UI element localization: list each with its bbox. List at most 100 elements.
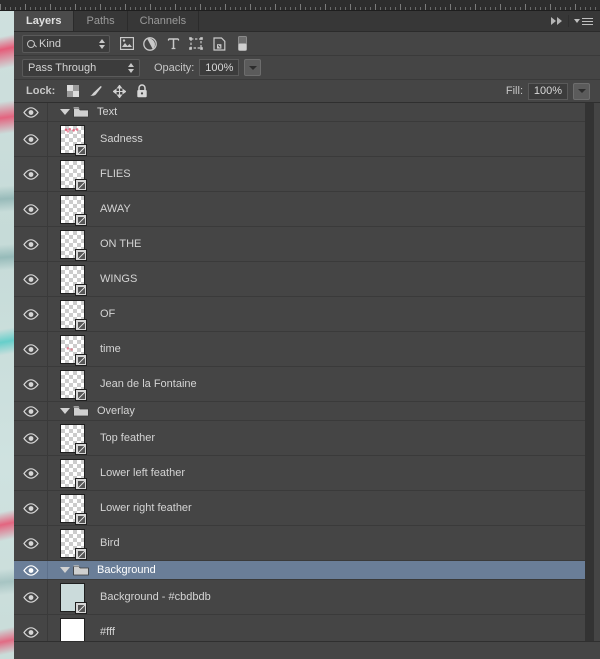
visibility-eye-icon[interactable] <box>22 378 39 390</box>
blend-mode-stepper[interactable] <box>128 62 134 73</box>
layer-thumbnail[interactable] <box>59 334 87 366</box>
layer-visibility-cell[interactable] <box>14 491 48 525</box>
layer-thumbnail-cell[interactable] <box>48 124 96 156</box>
visibility-eye-icon[interactable] <box>22 405 39 417</box>
layer-thumbnail[interactable] <box>59 159 87 191</box>
visibility-eye-icon[interactable] <box>22 168 39 180</box>
visibility-eye-icon[interactable] <box>22 591 39 603</box>
layer-visibility-cell[interactable] <box>14 367 48 401</box>
layer-row[interactable]: ON THE <box>14 227 600 262</box>
visibility-eye-icon[interactable] <box>22 502 39 514</box>
layer-visibility-cell[interactable] <box>14 157 48 191</box>
layers-list[interactable]: Text Sadness FLIES AWAY ON THE WINGS OF time Jea… <box>14 103 600 659</box>
visibility-eye-icon[interactable] <box>22 106 39 118</box>
visibility-eye-icon[interactable] <box>22 343 39 355</box>
filter-pixel-layers-icon[interactable] <box>119 36 135 52</box>
layer-row[interactable]: Background - #cbdbdb <box>14 580 600 615</box>
filter-type-layers-icon[interactable] <box>165 36 181 52</box>
lock-image-pixels-icon[interactable] <box>89 84 103 98</box>
layer-thumbnail-cell[interactable] <box>48 458 96 490</box>
layer-thumbnail[interactable] <box>59 458 87 490</box>
layer-thumbnail[interactable] <box>59 528 87 560</box>
lock-position-icon[interactable] <box>112 84 126 98</box>
layer-visibility-cell[interactable] <box>14 580 48 614</box>
layer-visibility-cell[interactable] <box>14 402 48 420</box>
filter-kind-select[interactable]: Kind <box>22 34 110 53</box>
layer-row[interactable]: Sadness <box>14 122 600 157</box>
filter-adjustment-layers-icon[interactable] <box>142 36 158 52</box>
layer-row[interactable]: Lower right feather <box>14 491 600 526</box>
layer-thumbnail-cell[interactable] <box>48 493 96 525</box>
layer-thumbnail-cell[interactable] <box>48 194 96 226</box>
fill-input[interactable]: 100% <box>528 82 568 100</box>
visibility-eye-icon[interactable] <box>22 432 39 444</box>
layer-thumbnail[interactable] <box>59 299 87 331</box>
visibility-eye-icon[interactable] <box>22 238 39 250</box>
layer-thumbnail[interactable] <box>59 369 87 401</box>
layer-thumbnail-cell[interactable] <box>48 423 96 455</box>
panel-menu-icon[interactable] <box>574 17 593 25</box>
layer-thumbnail[interactable] <box>59 194 87 226</box>
tab-channels[interactable]: Channels <box>128 11 200 31</box>
layers-vertical-scrollbar[interactable] <box>585 103 594 659</box>
layer-thumbnail[interactable] <box>59 229 87 261</box>
group-disclosure-triangle[interactable] <box>58 567 72 573</box>
visibility-eye-icon[interactable] <box>22 308 39 320</box>
tab-layers[interactable]: Layers <box>14 11 75 31</box>
layer-thumbnail-cell[interactable] <box>48 299 96 331</box>
layer-row[interactable]: Jean de la Fontaine <box>14 367 600 402</box>
blend-mode-select[interactable]: Pass Through <box>22 58 140 77</box>
layer-thumbnail-cell[interactable] <box>48 528 96 560</box>
scrollbar-thumb[interactable] <box>585 103 594 648</box>
layer-visibility-cell[interactable] <box>14 421 48 455</box>
layer-visibility-cell[interactable] <box>14 262 48 296</box>
layer-thumbnail-cell[interactable] <box>48 264 96 296</box>
filter-kind-stepper[interactable] <box>99 38 105 49</box>
layer-row[interactable]: Bird <box>14 526 600 561</box>
layer-thumbnail[interactable] <box>59 582 87 614</box>
layer-visibility-cell[interactable] <box>14 456 48 490</box>
layer-thumbnail-cell[interactable] <box>48 334 96 366</box>
layer-thumbnail-cell[interactable] <box>48 229 96 261</box>
layer-row[interactable]: Top feather <box>14 421 600 456</box>
opacity-input[interactable]: 100% <box>199 59 240 76</box>
visibility-eye-icon[interactable] <box>22 626 39 638</box>
layer-group-row[interactable]: Background <box>14 561 600 580</box>
layer-row[interactable]: OF <box>14 297 600 332</box>
lock-all-icon[interactable] <box>135 84 149 98</box>
group-disclosure-triangle[interactable] <box>58 109 72 115</box>
layer-row[interactable]: WINGS <box>14 262 600 297</box>
visibility-eye-icon[interactable] <box>22 273 39 285</box>
layer-row[interactable]: FLIES <box>14 157 600 192</box>
layer-visibility-cell[interactable] <box>14 526 48 560</box>
layer-thumbnail-cell[interactable] <box>48 159 96 191</box>
layer-thumbnail[interactable] <box>59 423 87 455</box>
layer-visibility-cell[interactable] <box>14 332 48 366</box>
visibility-eye-icon[interactable] <box>22 537 39 549</box>
layer-visibility-cell[interactable] <box>14 192 48 226</box>
layer-group-row[interactable]: Text <box>14 103 600 122</box>
opacity-dropdown-button[interactable] <box>244 59 262 76</box>
filter-toggle-icon[interactable] <box>234 36 250 52</box>
double-arrow-icon[interactable] <box>551 17 563 25</box>
tab-paths[interactable]: Paths <box>74 11 128 31</box>
layer-thumbnail-cell[interactable] <box>48 582 96 614</box>
filter-smart-objects-icon[interactable] <box>211 36 227 52</box>
layer-visibility-cell[interactable] <box>14 103 48 121</box>
layer-row[interactable]: AWAY <box>14 192 600 227</box>
layer-row[interactable]: Lower left feather <box>14 456 600 491</box>
layer-group-row[interactable]: Overlay <box>14 402 600 421</box>
layer-visibility-cell[interactable] <box>14 561 48 579</box>
layer-thumbnail[interactable] <box>59 493 87 525</box>
layer-visibility-cell[interactable] <box>14 122 48 156</box>
visibility-eye-icon[interactable] <box>22 203 39 215</box>
layer-thumbnail[interactable] <box>59 264 87 296</box>
group-disclosure-triangle[interactable] <box>58 408 72 414</box>
visibility-eye-icon[interactable] <box>22 133 39 145</box>
layer-row[interactable]: time <box>14 332 600 367</box>
layer-thumbnail[interactable] <box>59 124 87 156</box>
lock-transparent-pixels-icon[interactable] <box>66 84 80 98</box>
layer-thumbnail-cell[interactable] <box>48 369 96 401</box>
layer-visibility-cell[interactable] <box>14 297 48 331</box>
visibility-eye-icon[interactable] <box>22 467 39 479</box>
